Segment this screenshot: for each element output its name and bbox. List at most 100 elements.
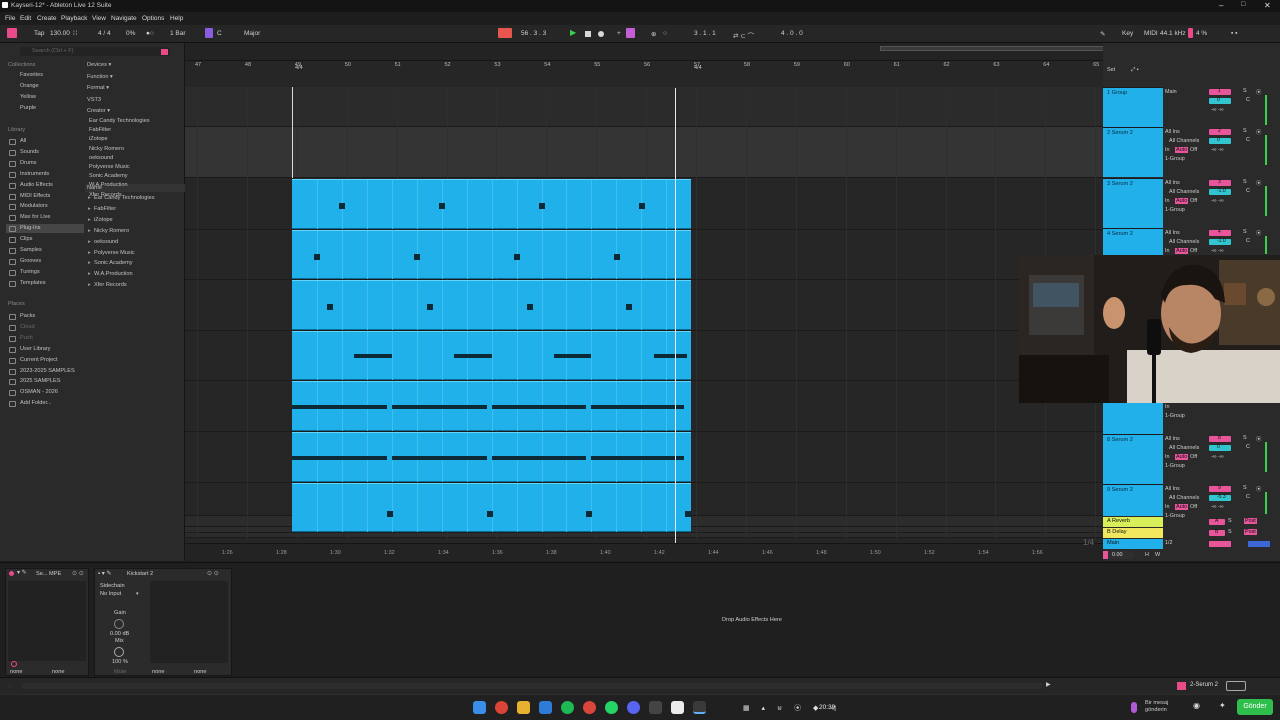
midi-clip[interactable] [292, 280, 691, 330]
main-w-button[interactable]: W [1155, 552, 1160, 558]
close-button[interactable]: ✕ [1264, 1, 1271, 10]
minimize-button[interactable]: – [1219, 1, 1223, 10]
send-level-field[interactable]: -∞ -∞ [1211, 107, 1224, 113]
discord-icon[interactable] [627, 701, 640, 714]
return-activator-button[interactable]: B [1209, 529, 1225, 536]
whatsapp-icon[interactable] [605, 701, 618, 714]
loop-length-field[interactable]: 4 . 0 . 0 [781, 30, 803, 37]
place-item-packs[interactable]: Packs [20, 313, 35, 319]
send-level-field[interactable]: -∞ -∞ [1211, 454, 1224, 460]
track-activator-button[interactable]: 4 [1209, 229, 1231, 236]
library-item-instruments[interactable]: Instruments [20, 171, 49, 177]
tempo-field[interactable]: 130.00 [50, 30, 70, 37]
collection-orange[interactable]: Orange [20, 83, 39, 89]
mixer-track-header[interactable]: 9 Serum 2 [1103, 484, 1163, 516]
mix-value[interactable]: 100 % [112, 659, 128, 665]
song-position-field[interactable]: 56 . 3 . 3 [521, 30, 546, 37]
volume-field[interactable]: 0 [1209, 97, 1231, 104]
return-activator-button[interactable]: A [1209, 518, 1225, 525]
creator-ear-candy-technologies[interactable]: Ear Candy Technologies [89, 118, 150, 124]
monitor-in[interactable]: In [1165, 248, 1170, 254]
midi-note[interactable] [526, 304, 533, 311]
arm-button[interactable]: ⦿ [1256, 485, 1261, 493]
track-activator-button[interactable]: 2 [1209, 128, 1231, 135]
app-icon[interactable] [649, 701, 662, 714]
plugin-folder-sonic-academy[interactable]: Sonic Academy [94, 260, 133, 266]
device-in-select[interactable]: none [10, 669, 22, 675]
post-toggle[interactable]: Post [1244, 529, 1257, 535]
creator-oeksound[interactable]: oeksound [89, 155, 113, 161]
volume-field[interactable]: -1.0 [1209, 238, 1231, 245]
plugin-folder-fabfilter[interactable]: FabFilter [94, 206, 116, 212]
arrangement-record-button[interactable] [498, 28, 512, 38]
kickstart-in-select[interactable]: none [152, 669, 164, 675]
overdub-icon[interactable]: + [617, 30, 621, 37]
monitor-in[interactable]: In [1165, 404, 1170, 410]
creator-sonic-academy[interactable]: Sonic Academy [89, 173, 128, 179]
mixer-options-icon[interactable]: ⤢ ▪ [1131, 67, 1139, 74]
mixer-track-header[interactable]: 3 Serum 2 [1103, 178, 1163, 228]
key-map-button[interactable]: Key [1122, 30, 1133, 37]
solo-button[interactable]: S [1243, 485, 1247, 491]
midi-note[interactable] [491, 405, 587, 410]
menu-help[interactable]: Help [170, 15, 183, 22]
midi-note[interactable] [586, 510, 593, 517]
kickstart-header-icons[interactable]: ▪ ▾ ✎ [98, 570, 112, 577]
send-level-field[interactable]: -∞ -∞ [1211, 198, 1224, 204]
folder-expand-icon[interactable]: ▸ [88, 239, 91, 245]
midi-note[interactable] [414, 253, 421, 260]
solo-button[interactable]: S [1228, 518, 1232, 524]
folder-expand-icon[interactable]: ▸ [88, 195, 91, 201]
midi-clip[interactable] [292, 229, 691, 280]
gain-knob[interactable] [114, 619, 124, 629]
library-item-samples[interactable]: Samples [20, 247, 42, 253]
tempo-nudge-icon[interactable]: ⁞⁞ [73, 30, 79, 37]
input-type-select[interactable]: All Ins [1165, 180, 1180, 186]
folder-expand-icon[interactable]: ▸ [88, 228, 91, 234]
pan-field[interactable]: C [1246, 494, 1250, 500]
windows-start-icon[interactable] [473, 701, 486, 714]
play-icon[interactable]: ▶ [570, 28, 576, 37]
midi-note[interactable] [638, 203, 645, 209]
instrument-device[interactable]: ▾ ✎ Se... MPE ⊙ ⊙ none none [5, 568, 89, 676]
mixer-track-header[interactable]: 2 Serum 2 [1103, 127, 1163, 177]
midi-note[interactable] [391, 456, 487, 460]
return-track-header[interactable]: B Delay [1103, 528, 1163, 538]
main-volume-field[interactable]: 0.00 [1103, 551, 1133, 559]
pan-field[interactable]: C [1246, 188, 1250, 194]
arm-button[interactable]: ⦿ [1256, 128, 1261, 136]
mute-button[interactable]: Mute [114, 669, 126, 675]
arm-button[interactable]: ⦿ [1256, 229, 1261, 237]
midi-note[interactable] [439, 203, 446, 209]
creator-w-a-production[interactable]: W.A.Production [89, 182, 128, 188]
arm-button[interactable]: ⦿ [1256, 88, 1261, 96]
solo-button[interactable]: S [1243, 128, 1247, 134]
creator-nicky-romero[interactable]: Nicky Romero [89, 146, 124, 152]
midi-note[interactable] [685, 510, 691, 517]
monitor-in[interactable]: In [1165, 198, 1170, 204]
menu-view[interactable]: View [92, 15, 106, 22]
midi-note[interactable] [491, 456, 587, 460]
scale-select[interactable]: Major [244, 30, 260, 37]
input-channel-select[interactable]: All Channels [1169, 239, 1199, 245]
midi-note[interactable] [653, 353, 687, 358]
midi-clip[interactable] [292, 179, 691, 229]
tap-button[interactable]: Tap [34, 30, 44, 37]
input-channel-select[interactable]: All Channels [1169, 138, 1199, 144]
metronome-icon[interactable]: ●○ [146, 30, 154, 37]
library-item-all[interactable]: All [20, 138, 26, 144]
draw-mode-icon[interactable]: ✎ [1100, 30, 1105, 38]
filter-creator[interactable]: Creator ▾ [87, 108, 110, 114]
kickstart-menu-icon[interactable]: ⊙ ⊙ [207, 570, 219, 577]
midi-note[interactable] [591, 405, 684, 410]
chat-mic-icon[interactable] [1131, 702, 1137, 713]
main-activator-button[interactable] [1209, 541, 1231, 547]
loop-start-field[interactable]: 3 . 1 . 1 [694, 30, 716, 37]
monitor-off[interactable]: Off [1190, 198, 1197, 204]
arm-button[interactable]: ⦿ [1256, 435, 1261, 443]
midi-note[interactable] [591, 456, 684, 460]
output-route-select[interactable]: 1-Group [1165, 463, 1185, 469]
quantize-select[interactable]: 1 Bar [170, 30, 186, 37]
track-activator-button[interactable]: 8 [1209, 435, 1231, 442]
kickstart-out-select[interactable]: none [194, 669, 206, 675]
